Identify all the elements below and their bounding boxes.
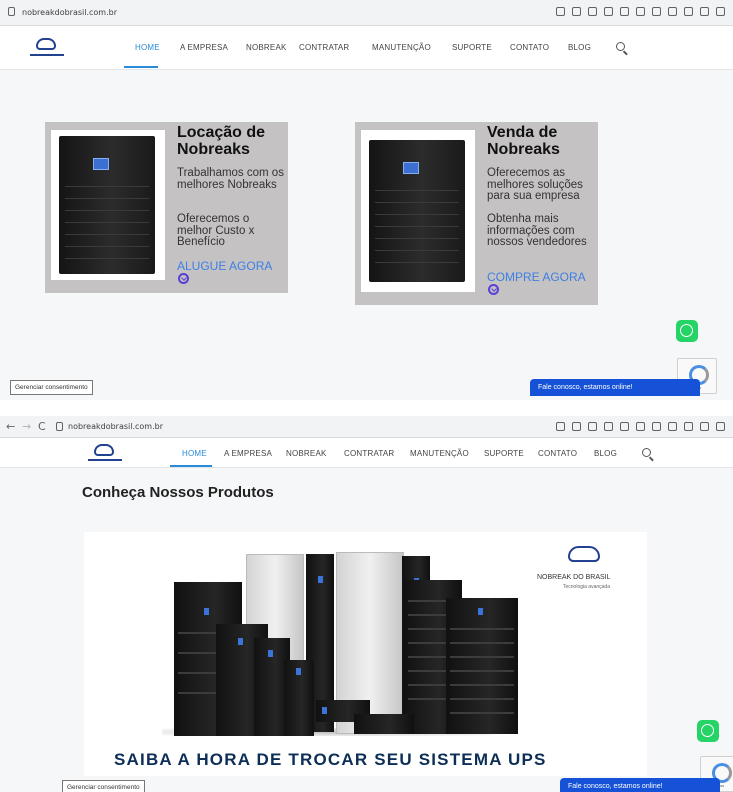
nav-suporte[interactable]: SUPORTE <box>452 43 492 52</box>
star-icon[interactable] <box>604 7 613 16</box>
ups-display <box>93 158 109 170</box>
chevron-down-circle-icon[interactable] <box>178 273 189 284</box>
nav-nobreak[interactable]: NOBREAK <box>286 449 327 458</box>
whatsapp-icon[interactable] <box>676 320 698 342</box>
ups-tower-image <box>59 136 155 274</box>
share-icon[interactable] <box>588 422 597 431</box>
nav-home[interactable]: HOME <box>135 43 160 52</box>
site-nav: HOME A EMPRESA NOBREAK CONTRATAR MANUTEN… <box>0 438 733 468</box>
chat-widget[interactable]: Fale conosco, estamos online! <box>560 778 720 792</box>
nav-contato[interactable]: CONTATO <box>510 43 549 52</box>
brand-logo-icon <box>568 546 600 562</box>
consent-button[interactable]: Gerenciar consentimento <box>62 780 145 792</box>
extension-icon[interactable] <box>636 7 645 16</box>
reload-icon[interactable]: C <box>38 420 46 433</box>
nav-active-indicator <box>170 465 212 467</box>
rent-now-link[interactable]: ALUGUE AGORA <box>177 259 272 273</box>
extension-icon[interactable] <box>668 7 677 16</box>
extension-icon[interactable] <box>636 422 645 431</box>
nav-blog[interactable]: BLOG <box>568 43 591 52</box>
search-icon[interactable] <box>642 448 651 457</box>
puzzle-icon[interactable] <box>684 7 693 16</box>
logo-icon[interactable] <box>94 444 114 456</box>
extension-icon[interactable] <box>620 7 629 16</box>
browser-extension-icons <box>556 422 725 431</box>
ups-photo <box>51 130 165 280</box>
nav-contratar[interactable]: CONTRATAR <box>344 449 394 458</box>
nav-nobreak[interactable]: NOBREAK <box>246 43 287 52</box>
nav-manutencao[interactable]: MANUTENÇÃO <box>372 43 431 52</box>
card-text: Oferecemos as melhores soluções para sua… <box>487 167 583 202</box>
ups-tower-image <box>284 660 314 736</box>
puzzle-icon[interactable] <box>684 422 693 431</box>
brand-name: NOBREAK DO BRASIL <box>537 574 611 581</box>
arrow-right-icon[interactable]: → <box>22 420 31 433</box>
buy-now-link[interactable]: COMPRE AGORA <box>487 270 586 284</box>
consent-button[interactable]: Gerenciar consentimento <box>10 380 93 395</box>
card-text: Obtenha mais informações com nossos vend… <box>487 213 587 248</box>
nav-contato[interactable]: CONTATO <box>538 449 577 458</box>
logo-underline <box>30 54 64 56</box>
extension-icon[interactable] <box>556 7 565 16</box>
chat-widget[interactable]: Fale conosco, estamos online! <box>530 379 700 396</box>
banner-headline: SAIBA A HORA DE TROCAR SEU SISTEMA UPS <box>114 750 547 769</box>
ups-photo <box>361 130 475 292</box>
card-title: Locação de Nobreaks <box>177 124 266 158</box>
extension-icon[interactable] <box>620 422 629 431</box>
extension-icon[interactable] <box>668 422 677 431</box>
url-text[interactable]: nobreakdobrasil.com.br <box>22 8 117 17</box>
browser-extension-icons <box>556 7 725 16</box>
nav-blog[interactable]: BLOG <box>594 449 617 458</box>
nav-manutencao[interactable]: MANUTENÇÃO <box>410 449 469 458</box>
logo-icon[interactable] <box>36 38 56 50</box>
card-text: Trabalhamos com os melhores Nobreaks <box>177 167 284 191</box>
extension-icon[interactable] <box>556 422 565 431</box>
screenshot-bottom: ← → C nobreakdobrasil.com.br HOME A EMPR… <box>0 416 733 792</box>
star-icon[interactable] <box>604 422 613 431</box>
url-text[interactable]: nobreakdobrasil.com.br <box>68 422 163 431</box>
share-icon[interactable] <box>588 7 597 16</box>
ups-rack-unit-image <box>354 714 414 734</box>
ups-tower-image <box>369 140 465 282</box>
extension-icon[interactable] <box>652 422 661 431</box>
nav-active-indicator <box>124 66 158 68</box>
profile-icon[interactable] <box>716 422 725 431</box>
nav-suporte[interactable]: SUPORTE <box>484 449 524 458</box>
card-text: Oferecemos o melhor Custo x Benefício <box>177 213 255 248</box>
arrow-left-icon[interactable]: ← <box>6 420 15 433</box>
section-title: Conheça Nossos Produtos <box>82 484 274 501</box>
lock-icon <box>8 7 15 16</box>
screenshot-top: nobreakdobrasil.com.br HOME A EMPRESA NO… <box>0 0 733 400</box>
nav-home[interactable]: HOME <box>182 449 207 458</box>
card-title: Venda de Nobreaks <box>487 124 560 158</box>
sidebar-icon[interactable] <box>700 7 709 16</box>
ups-cabinet-image <box>446 598 518 734</box>
whatsapp-icon[interactable] <box>697 720 719 742</box>
nav-a-empresa[interactable]: A EMPRESA <box>180 43 228 52</box>
extension-icon[interactable] <box>652 7 661 16</box>
site-nav: HOME A EMPRESA NOBREAK CONTRATAR MANUTEN… <box>0 26 733 70</box>
logo-underline <box>88 459 122 461</box>
extension-icon[interactable] <box>572 422 581 431</box>
nav-contratar[interactable]: CONTRATAR <box>299 43 349 52</box>
sidebar-icon[interactable] <box>700 422 709 431</box>
profile-icon[interactable] <box>716 7 725 16</box>
sale-card: Venda de Nobreaks Oferecemos as melhores… <box>355 122 598 305</box>
ups-display <box>403 162 419 174</box>
products-banner[interactable]: NOBREAK DO BRASIL Tecnologia avançada SA… <box>84 532 647 776</box>
browser-address-bar: ← → C nobreakdobrasil.com.br <box>0 416 733 438</box>
browser-address-bar: nobreakdobrasil.com.br <box>0 0 733 26</box>
rental-card: Locação de Nobreaks Trabalhamos com os m… <box>45 122 288 293</box>
lock-icon <box>56 422 63 431</box>
nav-a-empresa[interactable]: A EMPRESA <box>224 449 272 458</box>
extension-icon[interactable] <box>572 7 581 16</box>
search-icon[interactable] <box>616 42 625 51</box>
brand-tagline: Tecnologia avançada <box>563 584 610 590</box>
chevron-down-circle-icon[interactable] <box>488 284 499 295</box>
